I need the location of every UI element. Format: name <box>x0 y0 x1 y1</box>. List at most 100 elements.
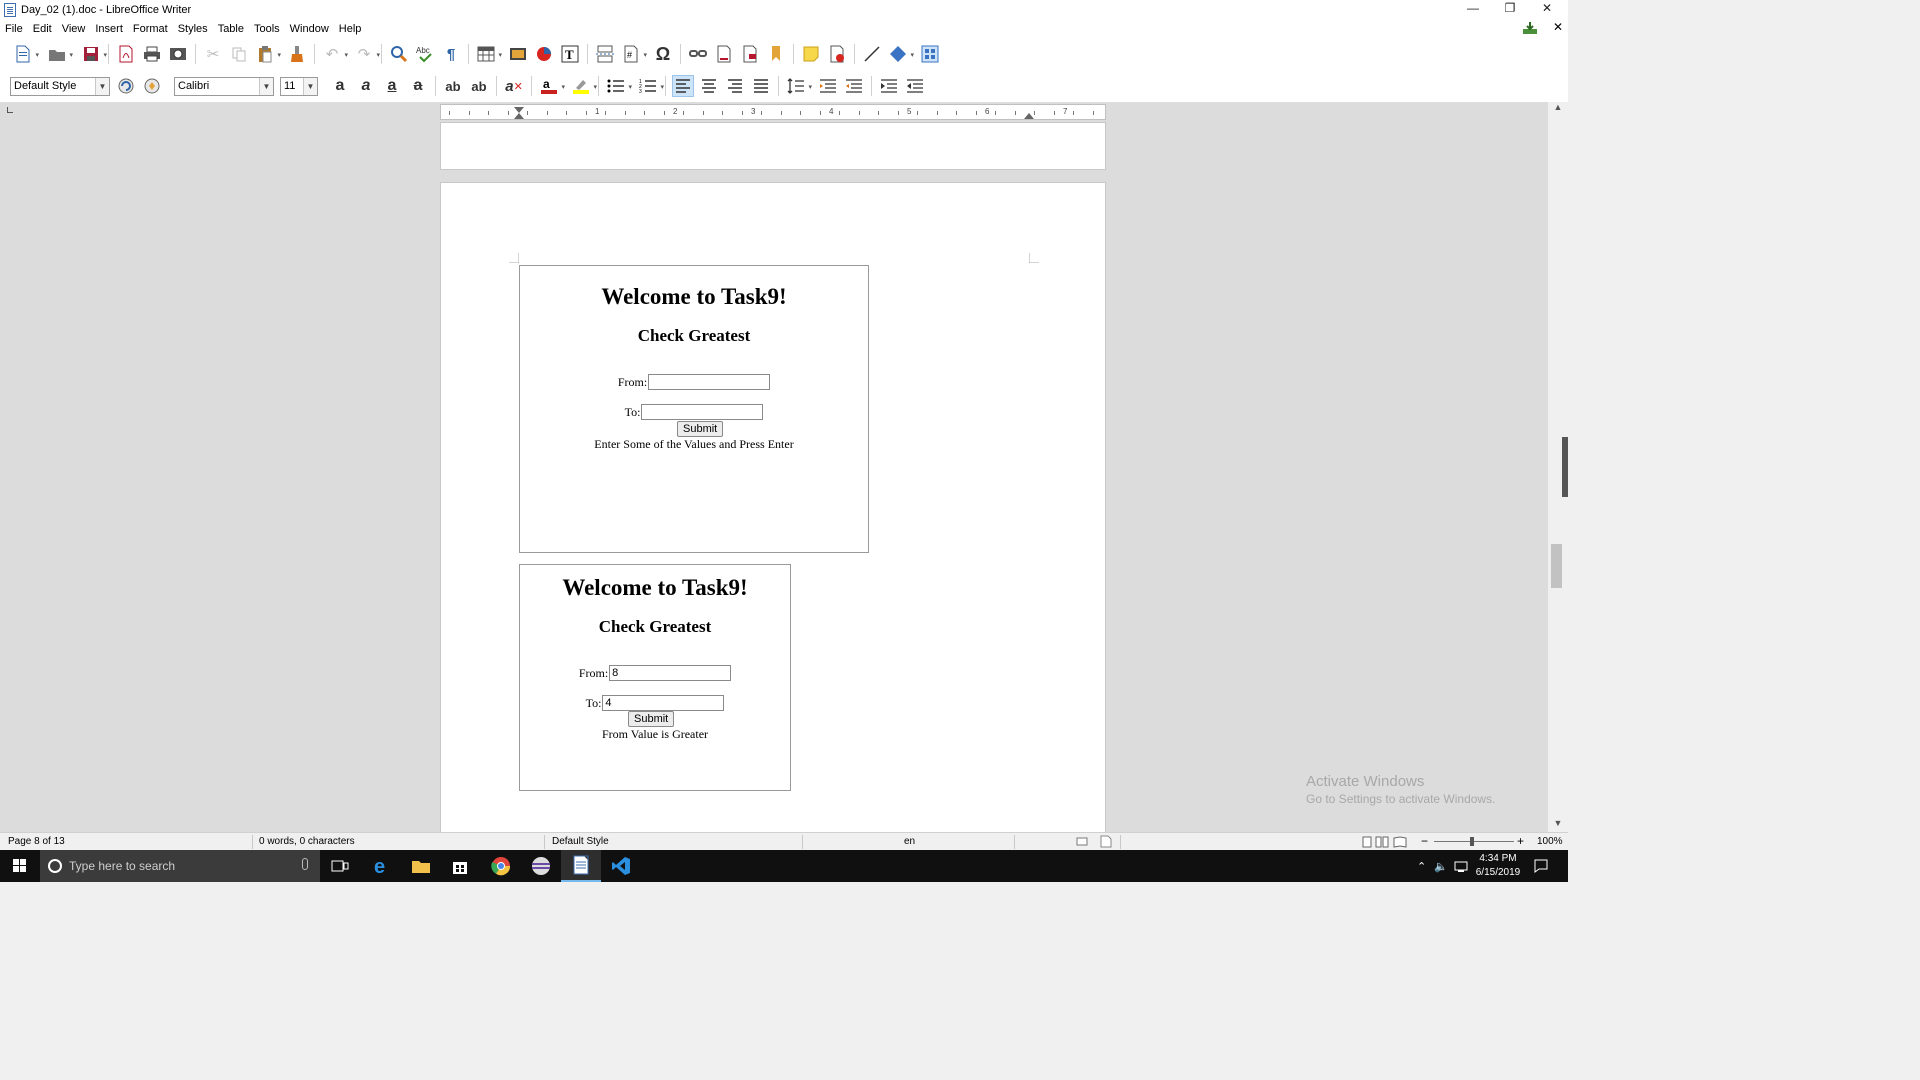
page-style[interactable]: Default Style <box>552 836 609 847</box>
insert-mode-icon[interactable] <box>1076 836 1088 847</box>
chevron-down-icon[interactable]: ▼ <box>95 77 109 95</box>
insert-page-break-icon[interactable] <box>594 43 616 65</box>
close-document-button[interactable]: ✕ <box>1553 20 1563 34</box>
chevron-down-icon[interactable]: ▼ <box>303 77 317 95</box>
copy-icon[interactable] <box>228 43 250 65</box>
sidebar-handle[interactable] <box>1562 437 1568 497</box>
formatting-marks-icon[interactable]: ¶ <box>440 43 462 65</box>
paragraph-style-combo[interactable]: Default Style ▼ <box>10 76 110 96</box>
clear-formatting-icon[interactable]: a ✕ <box>503 75 525 97</box>
menu-format[interactable]: Format <box>128 23 173 35</box>
menu-edit[interactable]: Edit <box>28 23 57 35</box>
store-icon[interactable] <box>440 850 480 882</box>
document-workspace[interactable]: 1 2 3 4 5 6 7 Welcome to Task9! Check Gr… <box>0 102 1548 832</box>
embedded-screenshot-filled-form[interactable]: Welcome to Task9! Check Greatest From: 8… <box>519 564 791 791</box>
show-draw-functions-icon[interactable] <box>919 43 941 65</box>
media-app-icon[interactable] <box>521 850 561 882</box>
spelling-icon[interactable]: Abc <box>414 43 436 65</box>
print-icon[interactable] <box>141 43 163 65</box>
italic-icon[interactable]: a <box>355 75 377 97</box>
zoom-level[interactable]: 100% <box>1537 836 1563 847</box>
scrollbar-thumb[interactable] <box>1551 544 1562 588</box>
font-name-combo[interactable]: Calibri ▼ <box>174 76 274 96</box>
language[interactable]: en <box>904 836 915 847</box>
basic-shapes-icon[interactable]: ▾ <box>887 43 914 65</box>
increase-paragraph-spacing-icon[interactable] <box>817 75 839 97</box>
insert-image-icon[interactable] <box>507 43 529 65</box>
libreoffice-writer-taskbar-icon[interactable] <box>561 850 601 882</box>
close-button[interactable]: ✕ <box>1529 0 1565 19</box>
find-replace-icon[interactable] <box>388 43 410 65</box>
horizontal-ruler[interactable]: 1 2 3 4 5 6 7 <box>440 104 1106 120</box>
zoom-in-icon[interactable]: + <box>1517 834 1524 848</box>
system-clock[interactable]: 4:34 PM 6/15/2019 <box>1468 852 1528 880</box>
tab-stop-selector[interactable] <box>7 107 13 113</box>
previous-page[interactable] <box>440 122 1106 170</box>
book-view-icon[interactable] <box>1393 836 1407 848</box>
action-center-icon[interactable] <box>1534 850 1548 882</box>
superscript-icon[interactable]: ab <box>442 75 464 97</box>
zoom-out-icon[interactable]: − <box>1421 834 1428 848</box>
paste-icon[interactable]: ▾ <box>254 43 281 65</box>
bullet-list-icon[interactable]: ▾ <box>605 75 632 97</box>
chevron-down-icon[interactable]: ▼ <box>259 77 273 95</box>
restore-button[interactable]: ❐ <box>1492 0 1528 19</box>
volume-icon[interactable]: 🔈 <box>1434 850 1448 882</box>
highlight-color-icon[interactable]: ▾ <box>570 75 597 97</box>
insert-footnote-icon[interactable] <box>713 43 735 65</box>
taskbar-search[interactable]: Type here to search <box>40 850 320 882</box>
open-folder-icon[interactable]: ▾ <box>46 43 73 65</box>
align-right-icon[interactable] <box>724 75 746 97</box>
update-style-icon[interactable] <box>115 75 137 97</box>
single-page-view-icon[interactable] <box>1362 836 1372 848</box>
menu-insert[interactable]: Insert <box>90 23 128 35</box>
edge-browser-icon[interactable]: e <box>362 850 402 882</box>
left-indent-marker[interactable] <box>514 113 524 119</box>
menu-styles[interactable]: Styles <box>173 23 213 35</box>
vscode-icon[interactable] <box>601 850 641 882</box>
chrome-icon[interactable] <box>481 850 521 882</box>
update-download-icon[interactable] <box>1522 21 1538 35</box>
save-icon[interactable]: ▾ <box>80 43 107 65</box>
increase-indent-icon[interactable] <box>878 75 900 97</box>
decrease-indent-icon[interactable] <box>904 75 926 97</box>
track-changes-icon[interactable] <box>826 43 848 65</box>
menu-table[interactable]: Table <box>213 23 249 35</box>
decrease-paragraph-spacing-icon[interactable] <box>843 75 865 97</box>
insert-textbox-icon[interactable]: T <box>559 43 581 65</box>
clone-formatting-icon[interactable] <box>286 43 308 65</box>
subscript-icon[interactable]: ab <box>468 75 490 97</box>
menu-tools[interactable]: Tools <box>249 23 285 35</box>
justify-icon[interactable] <box>750 75 772 97</box>
scroll-down-icon[interactable]: ▼ <box>1548 818 1568 832</box>
draw-line-icon[interactable] <box>861 43 883 65</box>
insert-chart-icon[interactable] <box>533 43 555 65</box>
task-view-icon[interactable] <box>320 850 360 882</box>
line-spacing-icon[interactable]: ▾ <box>785 75 812 97</box>
show-hidden-icons[interactable]: ⌃ <box>1417 850 1426 882</box>
minimize-button[interactable]: — <box>1455 0 1491 19</box>
menu-window[interactable]: Window <box>285 23 334 35</box>
vertical-scrollbar[interactable]: ▲ ▼ <box>1548 102 1568 832</box>
page-count[interactable]: Page 8 of 13 <box>8 836 65 847</box>
insert-endnote-icon[interactable] <box>739 43 761 65</box>
print-preview-icon[interactable] <box>167 43 189 65</box>
strikethrough-icon[interactable]: a <box>407 75 429 97</box>
insert-comment-icon[interactable] <box>800 43 822 65</box>
current-page[interactable]: Welcome to Task9! Check Greatest From: T… <box>440 182 1106 832</box>
multi-page-view-icon[interactable] <box>1375 836 1389 848</box>
scroll-up-icon[interactable]: ▲ <box>1548 102 1568 116</box>
export-pdf-icon[interactable] <box>115 43 137 65</box>
menu-view[interactable]: View <box>57 23 91 35</box>
insert-field-icon[interactable]: # ▾ <box>620 43 647 65</box>
redo-icon[interactable]: ↷ ▾ <box>353 43 380 65</box>
cut-icon[interactable]: ✂ <box>202 43 224 65</box>
font-color-icon[interactable]: a ▾ <box>538 75 565 97</box>
microphone-icon[interactable] <box>302 858 308 870</box>
new-document-icon[interactable]: ▾ <box>12 43 39 65</box>
menu-file[interactable]: File <box>0 23 28 35</box>
special-character-icon[interactable]: Ω <box>652 43 674 65</box>
align-center-icon[interactable] <box>698 75 720 97</box>
insert-table-icon[interactable]: ▾ <box>475 43 502 65</box>
bold-icon[interactable]: a <box>329 75 351 97</box>
